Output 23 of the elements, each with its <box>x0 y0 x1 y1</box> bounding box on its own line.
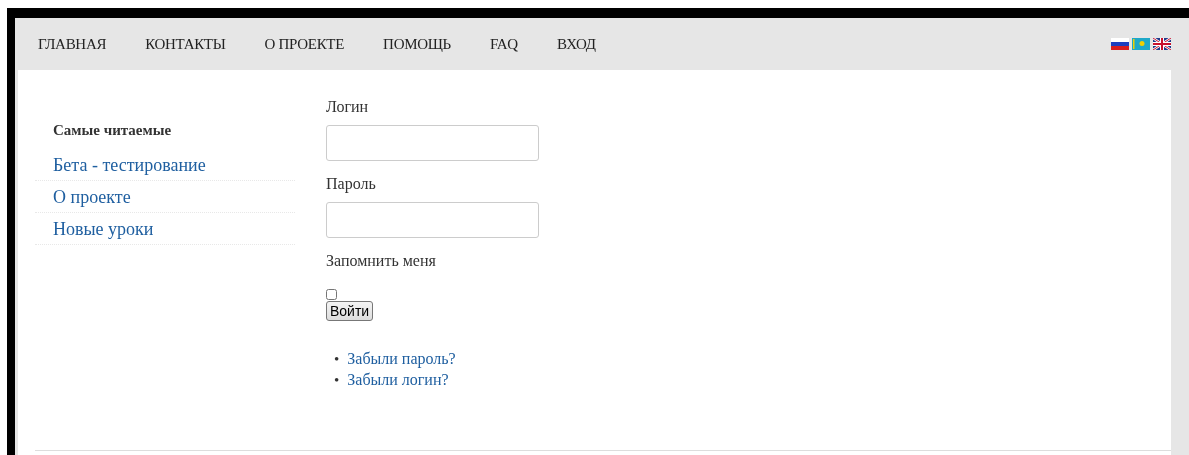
remember-label: Запомнить меня <box>326 252 436 270</box>
nav-link[interactable]: ПОМОЩЬ <box>383 35 451 53</box>
username-field[interactable] <box>326 125 539 161</box>
british-flag-icon[interactable] <box>1153 38 1171 50</box>
nav-link[interactable]: О ПРОЕКТЕ <box>264 35 345 53</box>
bullet: • <box>334 372 340 389</box>
sidebar-link[interactable]: О проекте <box>35 187 295 213</box>
login-button[interactable]: Войти <box>326 301 374 321</box>
sidebar-title: Самые читаемые <box>52 122 173 139</box>
nav-link[interactable]: КОНТАКТЫ <box>145 35 226 53</box>
nav-link[interactable]: ГЛАВНАЯ <box>38 35 107 53</box>
forgot-link[interactable]: Забыли пароль? <box>347 350 456 368</box>
forgot-link[interactable]: Забыли логин? <box>347 371 449 389</box>
password-field[interactable] <box>326 202 539 238</box>
russian-flag-icon[interactable] <box>1111 38 1129 50</box>
remember-checkbox[interactable] <box>326 289 337 300</box>
sidebar-link[interactable]: Бета - тестирование <box>35 155 295 181</box>
nav-link[interactable]: FAQ <box>489 35 518 53</box>
bullet: • <box>334 351 340 368</box>
field-label: Пароль <box>326 175 376 193</box>
field-label: Логин <box>326 98 369 116</box>
sidebar-link[interactable]: Новые уроки <box>35 219 295 245</box>
nav-link[interactable]: ВХОД <box>556 35 596 53</box>
